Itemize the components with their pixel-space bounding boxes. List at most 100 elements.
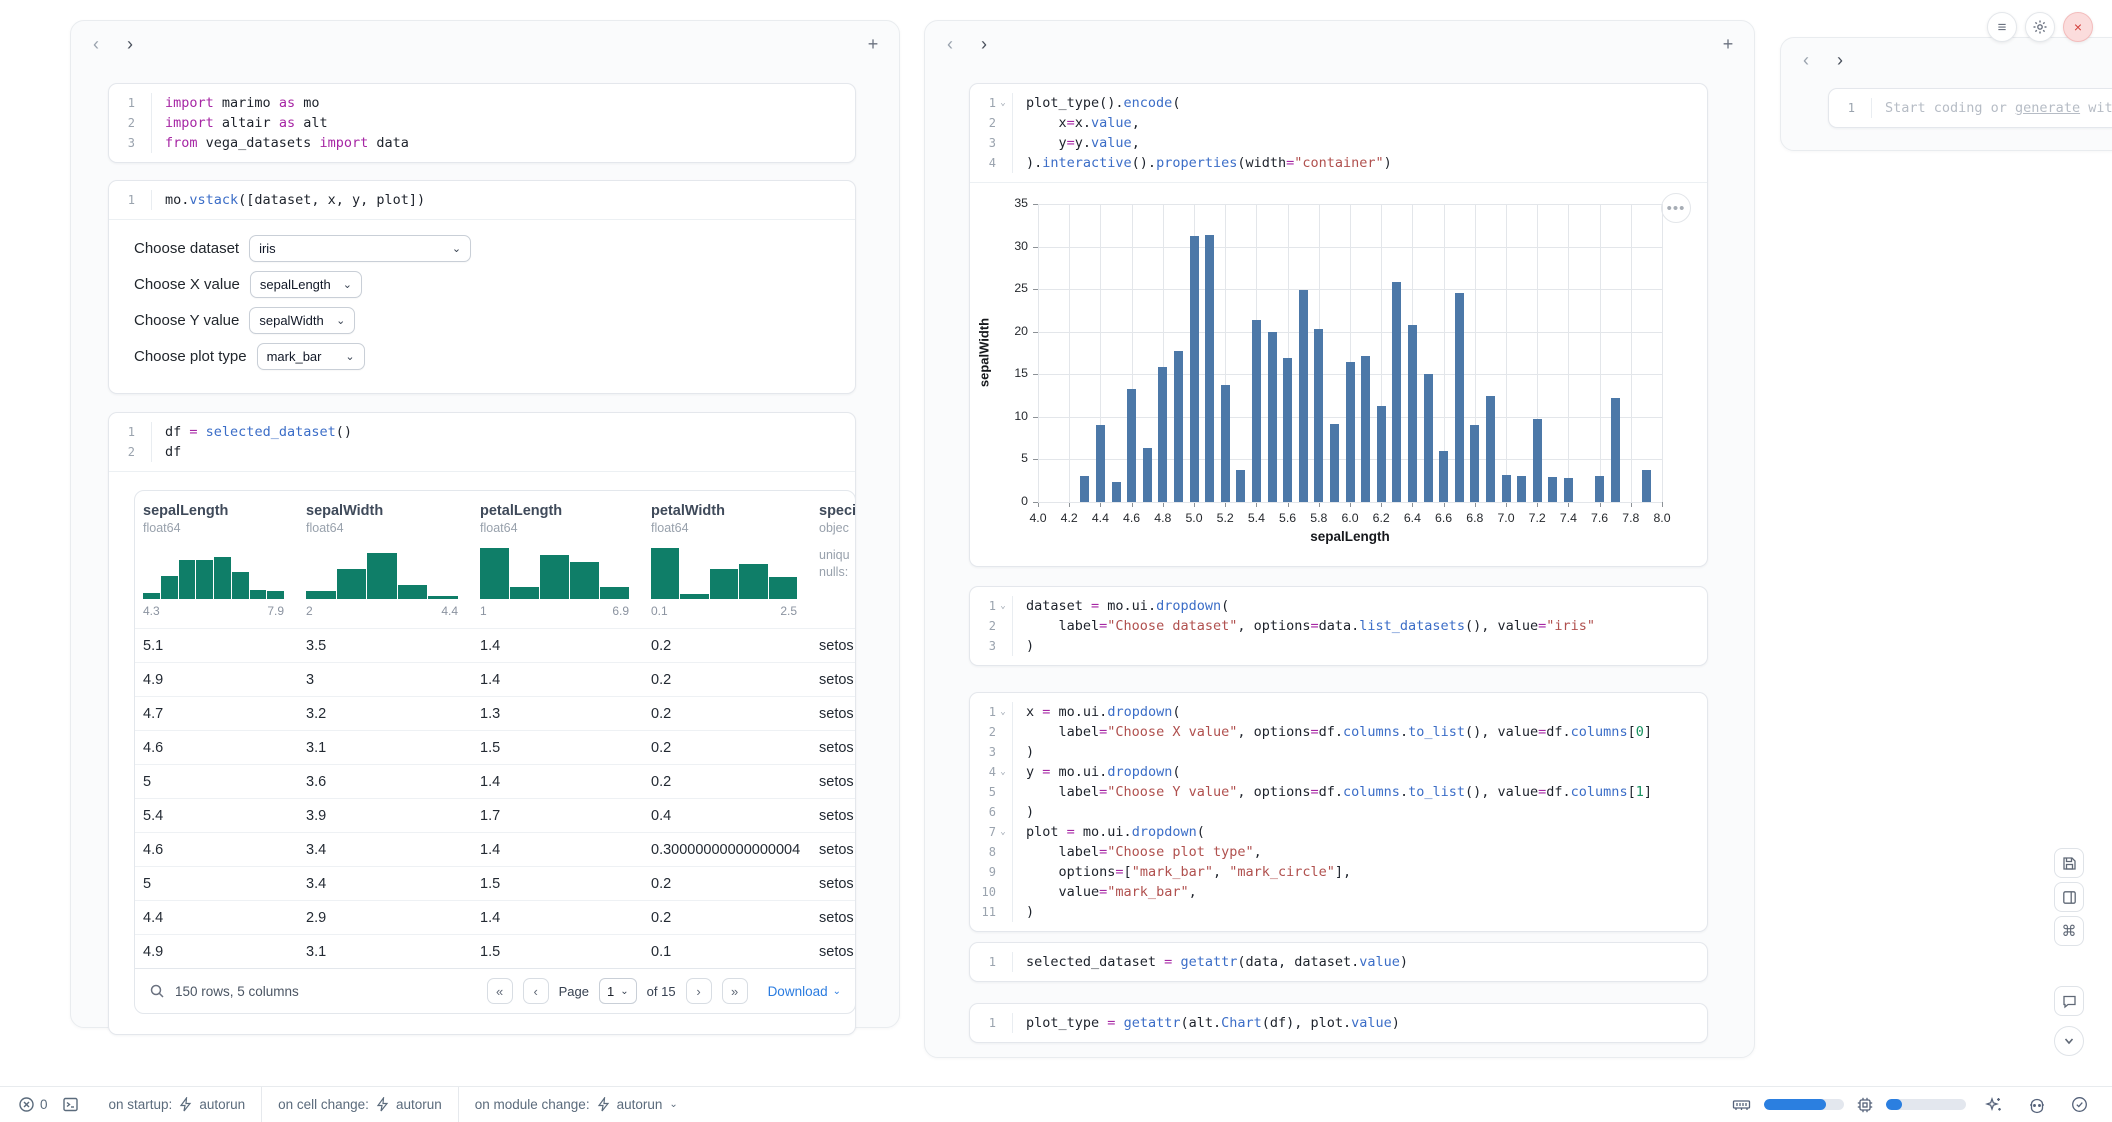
table-row[interactable]: 4.93.11.50.1setos (135, 934, 855, 968)
keyboard-shortcuts-button[interactable]: ⌘ (2054, 916, 2084, 946)
next-page-button[interactable]: › (686, 978, 712, 1004)
chart-bar (1611, 398, 1620, 502)
table-column-header[interactable]: speciobjecuniqunulls: (811, 503, 855, 618)
code-editor[interactable]: 1⌄x = mo.ui.dropdown(2 label="Choose X v… (970, 693, 1707, 931)
dropdown-select-choose-dataset[interactable]: iris⌄ (249, 235, 471, 262)
table-cell: 3.9 (298, 808, 472, 824)
column-scroll-left-button[interactable]: ‹ (86, 34, 106, 54)
copilot-button[interactable] (2022, 1095, 2052, 1115)
dropdown-select-choose-y-value[interactable]: sepalWidth⌄ (249, 307, 355, 334)
fold-icon[interactable]: ⌄ (996, 822, 1010, 842)
table-row[interactable]: 5.13.51.40.2setos (135, 628, 855, 662)
code-editor[interactable]: 1⌄dataset = mo.ui.dropdown(2 label="Choo… (970, 587, 1707, 665)
first-page-button[interactable]: « (487, 978, 513, 1004)
autorun-setting[interactable]: on startup:autorun (93, 1087, 262, 1122)
fold-icon[interactable]: ⌄ (996, 596, 1010, 616)
code-line-content[interactable]: label="Choose Y value", options=df.colum… (1013, 782, 1707, 802)
page-select[interactable]: 1 ⌄ (599, 978, 637, 1004)
fold-spacer (996, 842, 1010, 862)
code-line-content[interactable]: ).interactive().properties(width="contai… (1013, 153, 1707, 173)
code-line-content[interactable]: x=x.value, (1013, 113, 1707, 133)
errors-indicator[interactable]: 0 (18, 1096, 48, 1113)
save-button[interactable] (2054, 848, 2084, 878)
code-line-content[interactable]: selected_dataset = getattr(data, dataset… (1013, 952, 1707, 972)
download-button[interactable]: Download ⌄ (768, 984, 841, 999)
code-line-content[interactable]: ) (1013, 802, 1707, 822)
table-column-header[interactable]: sepalLengthfloat644.37.9 (135, 503, 298, 618)
code-line-content[interactable]: dataset = mo.ui.dropdown( (1013, 596, 1707, 616)
connection-status-button[interactable] (2065, 1095, 2094, 1114)
autorun-setting[interactable]: on module change:autorun⌄ (459, 1087, 694, 1122)
column-max: 6.9 (612, 604, 629, 618)
chat-panel-button[interactable] (2054, 986, 2084, 1016)
column-scroll-right-button[interactable]: › (1830, 50, 1850, 70)
table-row[interactable]: 4.42.91.40.2setos (135, 900, 855, 934)
code-editor-placeholder[interactable]: 1Start coding or generate with (1829, 89, 2112, 127)
column-scroll-right-button[interactable]: › (120, 34, 140, 54)
code-line-content[interactable]: ) (1013, 636, 1707, 656)
settings-button[interactable] (2025, 12, 2055, 42)
table-row[interactable]: 4.73.21.30.2setos (135, 696, 855, 730)
code-line-content[interactable]: df = selected_dataset() (152, 422, 855, 442)
scroll-down-button[interactable] (2054, 1026, 2084, 1056)
code-line-content[interactable]: Start coding or generate with (1872, 98, 2112, 118)
code-line-content[interactable]: from vega_datasets import data (152, 133, 855, 153)
fold-icon[interactable]: ⌄ (996, 702, 1010, 722)
code-line-content[interactable]: plot_type().encode( (1013, 93, 1707, 113)
ai-assistant-button[interactable] (1979, 1095, 2009, 1115)
code-line-content[interactable]: label="Choose plot type", (1013, 842, 1707, 862)
search-icon[interactable] (149, 983, 165, 999)
dropdown-select-choose-plot-type[interactable]: mark_bar⌄ (257, 343, 365, 370)
code-editor[interactable]: 1plot_type = getattr(alt.Chart(df), plot… (970, 1004, 1707, 1042)
table-row[interactable]: 5.43.91.70.4setos (135, 798, 855, 832)
table-column-header[interactable]: petalLengthfloat6416.9 (472, 503, 643, 618)
column-scroll-right-button[interactable]: › (974, 34, 994, 54)
terminal-button[interactable] (62, 1096, 79, 1113)
code-line-content[interactable]: x = mo.ui.dropdown( (1013, 702, 1707, 722)
table-row[interactable]: 4.931.40.2setos (135, 662, 855, 696)
fold-icon[interactable]: ⌄ (996, 762, 1010, 782)
line-number: 7 (970, 822, 996, 842)
table-row[interactable]: 53.41.50.2setos (135, 866, 855, 900)
code-line-content[interactable]: label="Choose X value", options=df.colum… (1013, 722, 1707, 742)
table-column-header[interactable]: petalWidthfloat640.12.5 (643, 503, 811, 618)
code-line-content[interactable]: label="Choose dataset", options=data.lis… (1013, 616, 1707, 636)
code-editor[interactable]: 1selected_dataset = getattr(data, datase… (970, 943, 1707, 981)
table-row[interactable]: 4.63.41.40.30000000000000004setos (135, 832, 855, 866)
code-line-content[interactable]: ) (1013, 742, 1707, 762)
code-editor[interactable]: 1mo.vstack([dataset, x, y, plot]) (109, 181, 855, 219)
add-cell-button[interactable]: + (1717, 33, 1739, 55)
code-line-content[interactable]: y=y.value, (1013, 133, 1707, 153)
add-cell-button[interactable]: + (862, 33, 884, 55)
column-scroll-left-button[interactable]: ‹ (1796, 50, 1816, 70)
previous-page-button[interactable]: ‹ (523, 978, 549, 1004)
table-row[interactable]: 53.61.40.2setos (135, 764, 855, 798)
code-line-content[interactable]: plot = mo.ui.dropdown( (1013, 822, 1707, 842)
code-line-content[interactable]: options=["mark_bar", "mark_circle"], (1013, 862, 1707, 882)
menu-button[interactable]: ≡ (1987, 12, 2017, 42)
layout-panel-button[interactable] (2054, 882, 2084, 912)
fold-icon[interactable]: ⌄ (996, 93, 1010, 113)
fold-spacer (135, 93, 149, 113)
code-line-content[interactable]: df (152, 442, 855, 462)
chart-bar (1361, 356, 1370, 502)
code-line-content[interactable]: value="mark_bar", (1013, 882, 1707, 902)
close-app-button[interactable]: × (2063, 12, 2093, 42)
column-scroll-left-button[interactable]: ‹ (940, 34, 960, 54)
code-editor[interactable]: 1⌄plot_type().encode(2 x=x.value,3 y=y.v… (970, 84, 1707, 182)
autorun-setting[interactable]: on cell change:autorun (262, 1087, 458, 1122)
chart-menu-button[interactable]: ••• (1661, 193, 1691, 223)
code-editor[interactable]: 1df = selected_dataset()2df (109, 413, 855, 471)
code-line-content[interactable]: import altair as alt (152, 113, 855, 133)
code-line-content[interactable]: plot_type = getattr(alt.Chart(df), plot.… (1013, 1013, 1707, 1033)
code-line-content[interactable]: y = mo.ui.dropdown( (1013, 762, 1707, 782)
code-line-content[interactable]: ) (1013, 902, 1707, 922)
code-line-content[interactable]: mo.vstack([dataset, x, y, plot]) (152, 190, 855, 210)
fold-spacer (135, 190, 149, 210)
dropdown-select-choose-x-value[interactable]: sepalLength⌄ (250, 271, 362, 298)
code-editor[interactable]: 1import marimo as mo2import altair as al… (109, 84, 855, 162)
table-row[interactable]: 4.63.11.50.2setos (135, 730, 855, 764)
last-page-button[interactable]: » (722, 978, 748, 1004)
table-column-header[interactable]: sepalWidthfloat6424.4 (298, 503, 472, 618)
code-line-content[interactable]: import marimo as mo (152, 93, 855, 113)
